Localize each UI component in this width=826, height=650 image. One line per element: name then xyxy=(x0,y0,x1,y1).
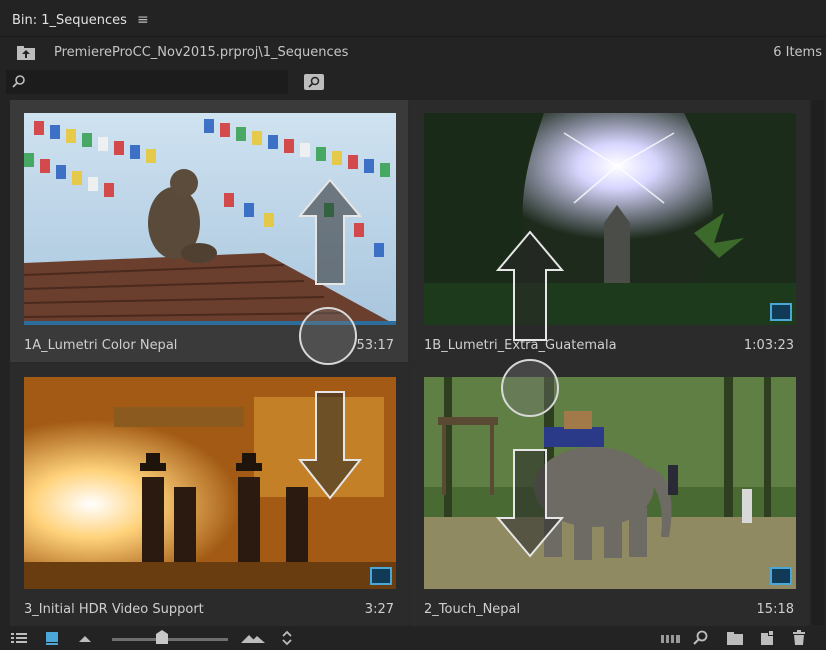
item-duration: 53:17 xyxy=(356,338,394,353)
clear-icon[interactable] xyxy=(790,630,808,646)
item-name: 1B_Lumetri_Extra_Guatemala xyxy=(424,338,617,353)
find-icon[interactable] xyxy=(692,630,710,646)
up-folder-icon[interactable] xyxy=(16,45,36,61)
automate-to-sequence-icon[interactable] xyxy=(660,630,682,646)
bin-item-tile[interactable]: 1B_Lumetri_Extra_Guatemala 1:03:23 xyxy=(410,100,808,362)
item-name: 2_Touch_Nepal xyxy=(424,602,521,617)
item-name: 3_Initial HDR Video Support xyxy=(24,602,204,617)
bin-item-tile[interactable]: 1A_Lumetri Color Nepal 53:17 xyxy=(10,100,408,362)
search-row xyxy=(0,68,826,98)
zoom-slider-thumb[interactable] xyxy=(156,630,168,644)
panel-title: Bin: 1_Sequences xyxy=(12,12,127,28)
sequence-icon xyxy=(770,567,792,585)
bin-path: PremiereProCC_Nov2015.prproj\1_Sequences xyxy=(54,45,349,60)
find-icon xyxy=(308,76,320,88)
divider xyxy=(0,36,826,37)
item-count: 6 Items xyxy=(773,45,822,60)
hamburger-menu-icon[interactable]: ≡ xyxy=(137,12,149,28)
item-name: 1A_Lumetri Color Nepal xyxy=(24,338,178,353)
sequence-icon xyxy=(370,567,392,585)
vertical-scrollbar[interactable] xyxy=(812,100,824,625)
item-duration: 3:27 xyxy=(364,602,394,617)
list-view-icon[interactable] xyxy=(10,630,28,646)
bin-item-tile[interactable]: 3_Initial HDR Video Support 3:27 xyxy=(10,364,408,626)
thumbnail-elephant xyxy=(424,377,796,589)
scrub-bar[interactable] xyxy=(24,321,396,325)
thumbnail-jungle-temple xyxy=(424,113,796,325)
zoom-in-icon[interactable] xyxy=(240,630,266,646)
bin-bottom-toolbar xyxy=(0,626,826,650)
search-icon xyxy=(12,75,25,88)
sequence-icon xyxy=(770,303,792,321)
zoom-out-icon[interactable] xyxy=(76,630,94,646)
panel-header: Bin: 1_Sequences ≡ xyxy=(0,0,826,38)
search-input[interactable] xyxy=(6,70,288,94)
bin-icon-grid: 1A_Lumetri Color Nepal 53:17 1B_Lumetri_… xyxy=(10,100,810,626)
bin-tab[interactable]: Bin: 1_Sequences ≡ xyxy=(12,8,149,32)
new-item-icon[interactable] xyxy=(758,630,776,646)
zoom-slider[interactable] xyxy=(112,638,228,641)
thumbnail-monkey-roof xyxy=(24,113,396,325)
icon-view-icon[interactable] xyxy=(44,630,62,646)
item-duration: 1:03:23 xyxy=(743,338,794,353)
path-row: PremiereProCC_Nov2015.prproj\1_Sequences… xyxy=(0,38,826,68)
bin-item-tile[interactable]: 2_Touch_Nepal 15:18 xyxy=(410,364,808,626)
new-bin-icon[interactable] xyxy=(726,630,744,646)
item-duration: 15:18 xyxy=(756,602,794,617)
sort-icon[interactable] xyxy=(278,630,296,646)
find-button[interactable] xyxy=(304,74,324,90)
thumbnail-fire-performers xyxy=(24,377,396,589)
